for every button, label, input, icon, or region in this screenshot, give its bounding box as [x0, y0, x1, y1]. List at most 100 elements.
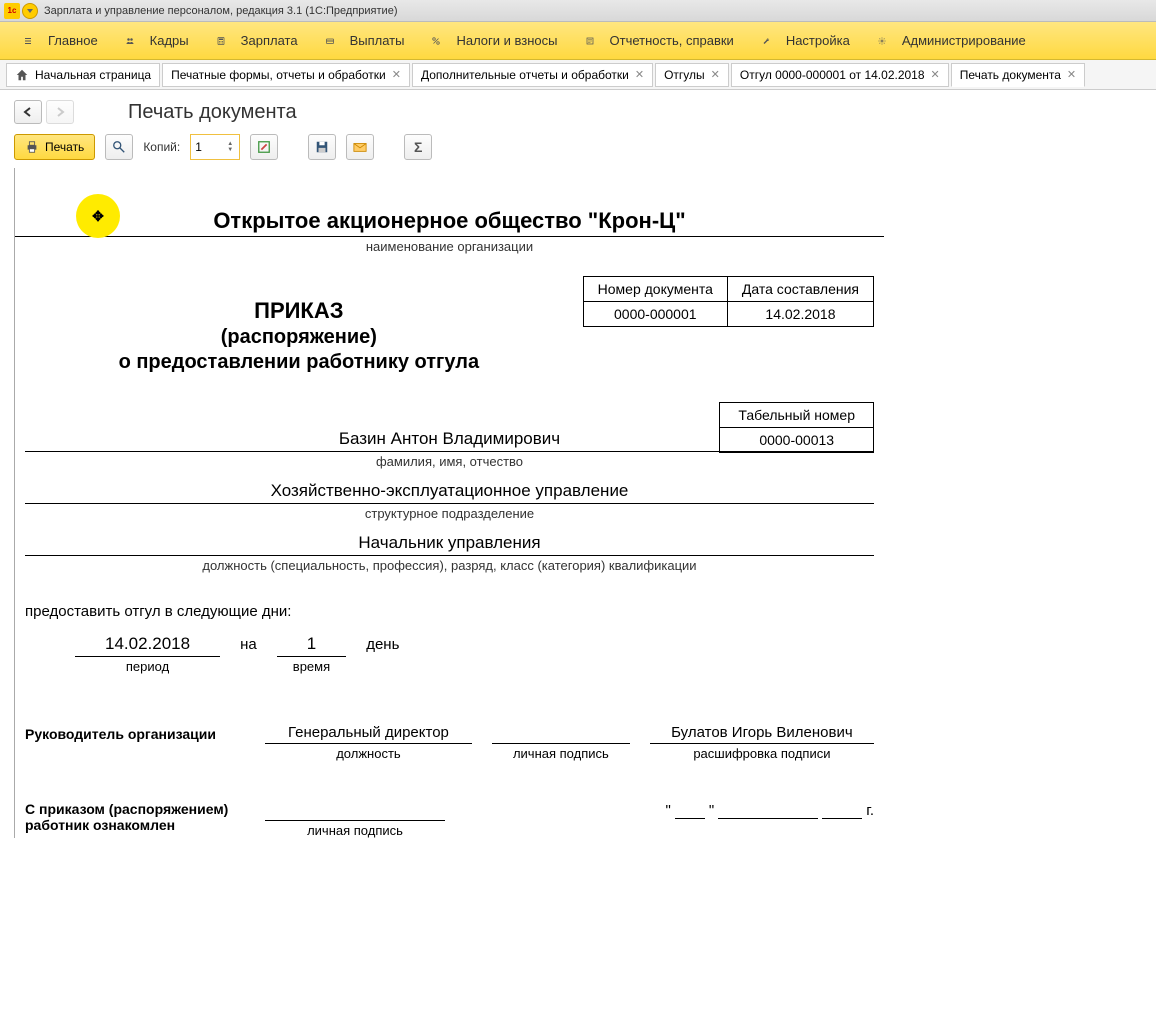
percent-icon: [432, 33, 448, 49]
calculator-icon: [217, 33, 233, 49]
period-tail: день: [366, 634, 399, 653]
window-titlebar: 1c Зарплата и управление персоналом, ред…: [0, 0, 1156, 22]
header-col2-label: Дата составления: [727, 277, 873, 302]
menu-nastroika[interactable]: Настройка: [748, 22, 864, 59]
app-dropdown-icon[interactable]: [22, 3, 38, 19]
nav-row: Печать документа: [0, 90, 1156, 128]
save-button[interactable]: [308, 134, 336, 160]
ack-month-blank: [718, 801, 818, 819]
prikaz-sub1: (распоряжение): [15, 326, 583, 349]
tab-forms[interactable]: Печатные формы, отчеты и обработки ✕: [162, 63, 410, 87]
tab-additional[interactable]: Дополнительные отчеты и обработки ✕: [412, 63, 653, 87]
menu-label: Администрирование: [902, 33, 1026, 48]
menu-label: Главное: [48, 33, 98, 48]
menu-admin[interactable]: Администрирование: [864, 22, 1040, 59]
main-menu: Главное Кадры Зарплата Выплаты Налоги и …: [0, 22, 1156, 60]
menu-nalogi[interactable]: Налоги и взносы: [418, 22, 571, 59]
sign-name-sub: расшифровка подписи: [650, 746, 874, 761]
tab-otguly[interactable]: Отгулы ✕: [655, 63, 729, 87]
spinner-down-icon[interactable]: ▼: [225, 147, 235, 153]
sign-position: Генеральный директор: [265, 724, 472, 744]
forward-button[interactable]: [46, 100, 74, 124]
menu-label: Кадры: [150, 33, 189, 48]
sign-name: Булатов Игорь Виленович: [650, 724, 874, 744]
edit-button[interactable]: [250, 134, 278, 160]
sign-row: Руководитель организации Генеральный дир…: [15, 724, 884, 761]
tabno-val: 0000-00013: [720, 428, 874, 453]
position-val: Начальник управления: [25, 533, 874, 555]
org-name: Открытое акционерное общество "Крон-Ц": [15, 208, 884, 234]
close-icon[interactable]: ✕: [711, 68, 720, 81]
tab-label: Печать документа: [960, 68, 1061, 82]
print-button[interactable]: Печать: [14, 134, 95, 160]
doc-header-table: Номер документа Дата составления 0000-00…: [583, 276, 874, 327]
tabs-bar: Начальная страница Печатные формы, отчет…: [0, 60, 1156, 90]
back-button[interactable]: [14, 100, 42, 124]
close-icon[interactable]: ✕: [1067, 68, 1076, 81]
close-icon[interactable]: ✕: [392, 68, 401, 81]
tab-label: Печатные формы, отчеты и обработки: [171, 68, 386, 82]
doc-header-table-wrap: Номер документа Дата составления 0000-00…: [583, 276, 884, 327]
period-days-sub: время: [277, 659, 346, 674]
sign-signature-sub: личная подпись: [492, 746, 630, 761]
cursor-highlight-icon: [76, 194, 120, 238]
copies-field[interactable]: [195, 140, 225, 154]
sigma-icon: Σ: [414, 139, 422, 155]
ack-q1: ": [666, 802, 671, 819]
menu-kadry[interactable]: Кадры: [112, 22, 203, 59]
period-date: 14.02.2018: [75, 634, 220, 657]
sum-button[interactable]: Σ: [404, 134, 432, 160]
sign-signature: [492, 724, 630, 744]
sign-label: Руководитель организации: [25, 724, 245, 742]
menu-main[interactable]: Главное: [10, 22, 112, 59]
period-row: 14.02.2018 период на 1 время день: [15, 634, 884, 674]
header-col2-val: 14.02.2018: [727, 302, 873, 327]
tabno-label: Табельный номер: [720, 403, 874, 428]
sign-position-sub: должность: [265, 746, 472, 761]
period-mid: на: [240, 634, 257, 653]
magnifier-icon: [112, 140, 126, 154]
header-col1-val: 0000-000001: [583, 302, 727, 327]
document-area: Открытое акционерное общество "Крон-Ц" н…: [0, 168, 1156, 878]
mail-button[interactable]: [346, 134, 374, 160]
menu-label: Зарплата: [241, 33, 298, 48]
app-logo-1c-icon: 1c: [4, 3, 20, 19]
copies-label: Копий:: [143, 140, 180, 154]
preview-button[interactable]: [105, 134, 133, 160]
menu-vyplaty[interactable]: Выплаты: [312, 22, 419, 59]
tabno-table: Табельный номер 0000-00013: [719, 402, 874, 453]
prikaz-block: ПРИКАЗ (распоряжение) о предоставлении р…: [15, 298, 583, 374]
tab-home[interactable]: Начальная страница: [6, 63, 160, 87]
menu-otchetnost[interactable]: Отчетность, справки: [572, 22, 748, 59]
fio-sub: фамилия, имя, отчество: [25, 454, 874, 469]
edit-icon: [257, 140, 271, 154]
people-icon: [126, 33, 142, 49]
ack-sign-sub: личная подпись: [265, 823, 445, 838]
tab-label: Отгул 0000-000001 от 14.02.2018: [740, 68, 925, 82]
envelope-icon: [353, 140, 367, 154]
spinner: ▲ ▼: [225, 141, 235, 153]
ack-label-1: С приказом (распоряжением): [25, 801, 245, 817]
page-title: Печать документа: [128, 101, 297, 124]
tab-print-doc[interactable]: Печать документа ✕: [951, 63, 1085, 87]
dept-sub: структурное подразделение: [25, 506, 874, 521]
ack-label: С приказом (распоряжением) работник озна…: [25, 801, 245, 833]
printer-icon: [25, 140, 39, 154]
close-icon[interactable]: ✕: [931, 68, 940, 81]
ack-q2: ": [709, 802, 714, 819]
home-icon: [15, 68, 29, 82]
ack-sign-line: [265, 801, 445, 821]
dept-val: Хозяйственно-эксплуатационное управление: [25, 481, 874, 503]
document: Открытое акционерное общество "Крон-Ц" н…: [14, 168, 884, 838]
copies-input[interactable]: ▲ ▼: [190, 134, 240, 160]
tab-label: Начальная страница: [35, 68, 151, 82]
header-col1-label: Номер документа: [583, 277, 727, 302]
period-days: 1: [277, 634, 346, 657]
arrow-left-icon: [22, 106, 34, 118]
period-date-sub: период: [75, 659, 220, 674]
menu-zarplata[interactable]: Зарплата: [203, 22, 312, 59]
close-icon[interactable]: ✕: [635, 68, 644, 81]
menu-label: Выплаты: [350, 33, 405, 48]
wrench-icon: [762, 33, 778, 49]
tab-otgul-doc[interactable]: Отгул 0000-000001 от 14.02.2018 ✕: [731, 63, 949, 87]
